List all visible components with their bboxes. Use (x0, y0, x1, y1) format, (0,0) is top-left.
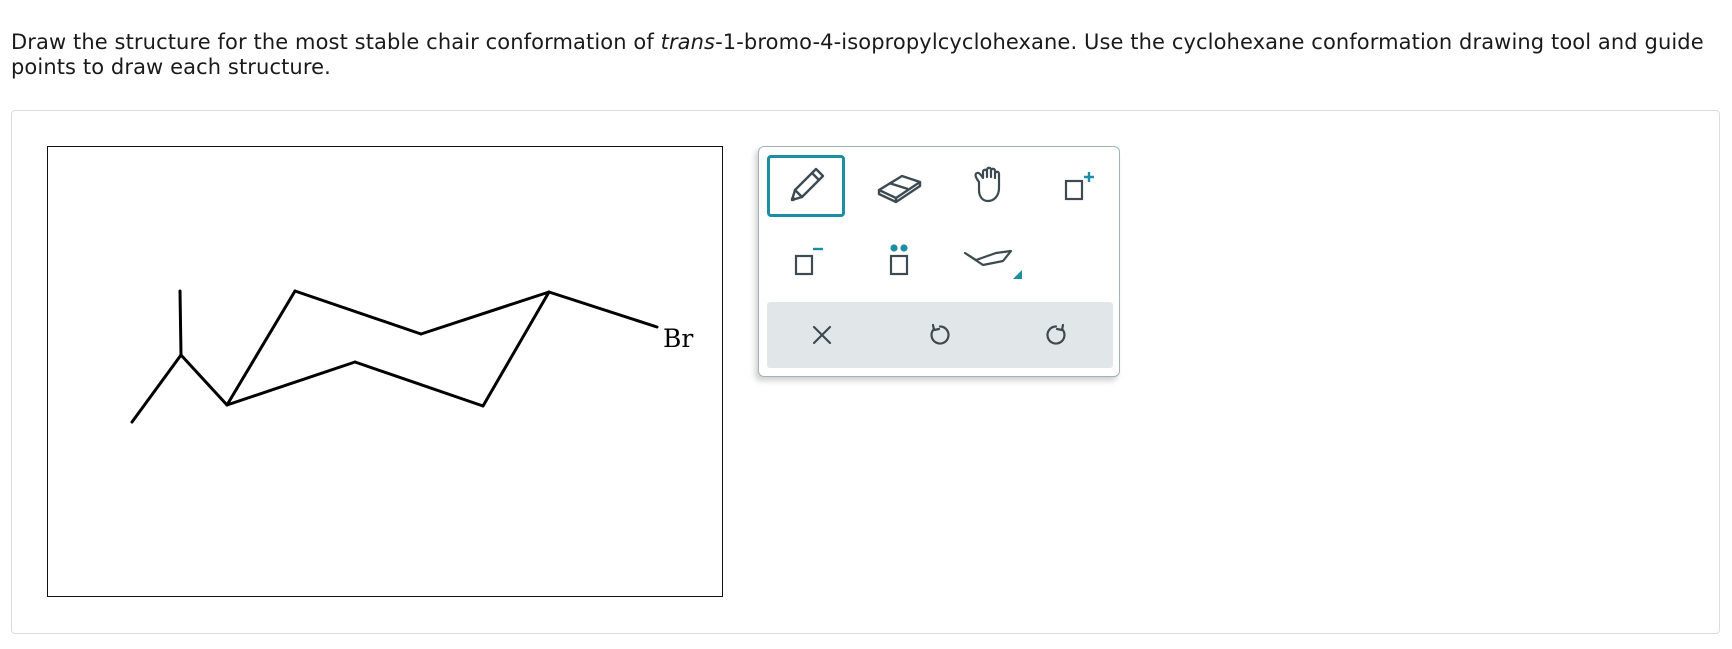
positive-charge-tool-button[interactable] (1039, 155, 1117, 217)
structure-drawing: Br (130, 289, 693, 424)
close-icon (812, 325, 832, 345)
bromine-label: Br (663, 324, 693, 353)
pencil-icon (790, 167, 825, 202)
undo-icon (930, 323, 950, 345)
lone-pair-tool-button[interactable] (860, 231, 938, 293)
negative-charge-icon (794, 247, 823, 276)
ring-bond (353, 360, 485, 408)
drawing-toolbar (758, 146, 1120, 377)
undo-button[interactable] (905, 302, 975, 368)
lone-pair-icon (889, 244, 909, 276)
eraser-icon (877, 174, 922, 204)
isopropyl-methyl-bond (130, 353, 183, 424)
redo-button[interactable] (1021, 302, 1091, 368)
redo-icon (1046, 323, 1066, 345)
question-text: Draw the structure for the most stable c… (11, 30, 1716, 80)
hand-icon (974, 166, 1001, 203)
question-italic-stereo: trans (660, 30, 716, 54)
question-part-1: Draw the structure for the most stable c… (11, 30, 661, 54)
pencil-tool-button[interactable] (767, 155, 845, 217)
drawing-canvas[interactable]: Br (47, 146, 723, 597)
negative-charge-tool-button[interactable] (767, 231, 845, 293)
bromine-bond (547, 290, 659, 329)
move-tool-button[interactable] (953, 155, 1031, 217)
chair-template-tool-button[interactable] (953, 231, 1031, 293)
positive-charge-icon (1064, 172, 1094, 201)
ring-bond (293, 289, 423, 336)
action-bar (767, 302, 1113, 368)
ring-bond (225, 360, 357, 407)
isopropyl-methyl-bond (178, 289, 183, 357)
chair-icon (963, 249, 1022, 279)
isopropyl-bond (179, 353, 229, 407)
ring-bond (225, 289, 297, 407)
clear-button[interactable] (787, 302, 857, 368)
eraser-tool-button[interactable] (860, 155, 938, 217)
